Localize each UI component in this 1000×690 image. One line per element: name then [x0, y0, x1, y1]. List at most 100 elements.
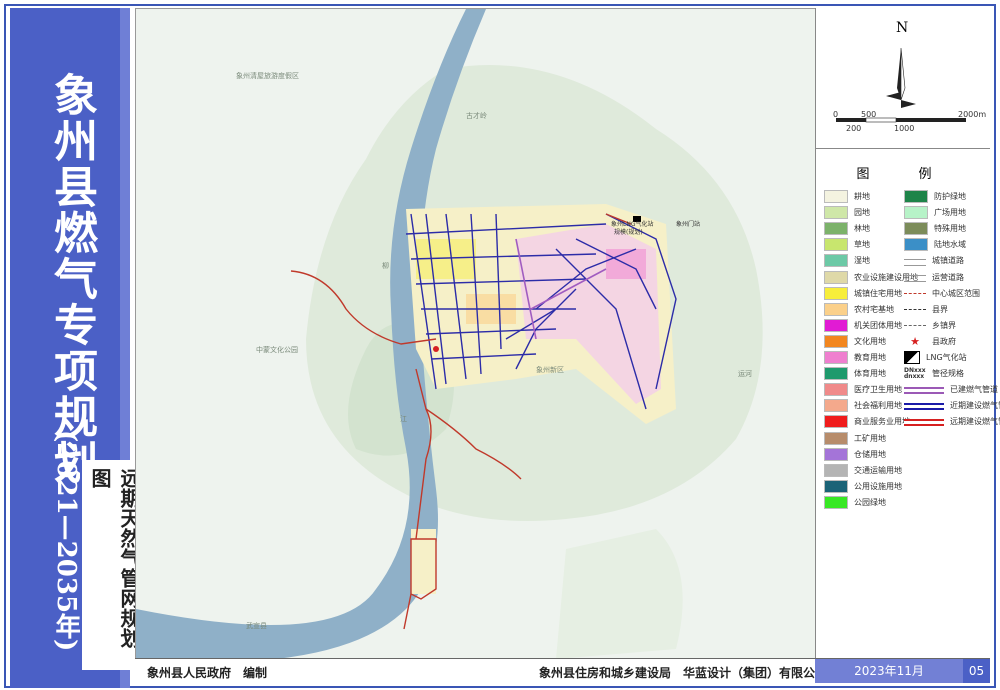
legend-label: 县界 [932, 304, 948, 314]
legend-symbol-pipe [904, 403, 944, 411]
legend-label: 教育用地 [854, 353, 886, 362]
legend-item: 园地 [824, 206, 870, 220]
legend-item: 交通运输用地 [824, 463, 902, 478]
legend-swatch [824, 351, 848, 364]
county-government-marker [433, 346, 439, 352]
legend-item: ★ 县政府 [904, 335, 956, 349]
map-label-jiang: 江 [400, 415, 407, 423]
legend-label: LNG气化站 [926, 353, 967, 362]
map-label-wuxuan: 武宣县 [246, 622, 267, 630]
north-arrow-box: N 0 500 2000m 200 1000 [816, 8, 990, 149]
map-svg [136, 9, 815, 659]
footer-issuer: 象州县人民政府 编制 [147, 666, 268, 680]
map-label-scale: 规模(规划) [614, 229, 643, 236]
legend-symbol-dashdot [904, 308, 926, 310]
legend-swatch [824, 431, 848, 445]
legend-item: DNxxx dnxxx 管径规格 [904, 367, 964, 381]
legend-item: 教育用地 [824, 351, 886, 365]
map-label-liu: 柳 [382, 262, 389, 270]
legend-symbol-fill [904, 222, 928, 236]
legend-symbol-fill [904, 238, 928, 252]
legend-item: 医疗卫生用地 [824, 383, 902, 397]
legend-swatch [824, 190, 848, 203]
legend-swatch [824, 238, 848, 252]
legend-label: 体育用地 [854, 369, 886, 379]
legend-swatch [824, 222, 848, 236]
legend-label: 文化用地 [854, 336, 886, 346]
legend-item: 中心城区范围 [904, 287, 980, 301]
map-label-gate: 象州门站 [676, 221, 701, 228]
legend-dn-code: dnxxx [904, 373, 925, 381]
legend-symbol-pipe [904, 387, 944, 395]
legend-label: 仓储用地 [854, 449, 886, 459]
map-label-newdistrict: 象州新区 [536, 366, 564, 374]
legend-swatch [824, 254, 848, 268]
legend-label: 商业服务业用地 [854, 417, 910, 427]
legend-symbol-fill [904, 190, 928, 203]
footer-page-number: 05 [963, 659, 990, 683]
legend-item: 湿地 [824, 254, 870, 268]
legend-label: 近期建设燃气管道 [950, 401, 1000, 411]
legend-symbol-star: ★ [910, 334, 920, 348]
legend-item: 城镇道路 [904, 254, 964, 268]
scale-label-2000: 2000m [958, 110, 987, 119]
legend-symbol-dash [904, 324, 926, 326]
legend-label: 中心城区范围 [932, 288, 980, 298]
legend-symbol-fill [904, 206, 928, 220]
map-canvas[interactable]: 象州清屋旅游度假区 古才岭 中蒙文化公园 象州新区 武宣县 柳 江 象州LNG气… [135, 8, 816, 660]
legend-item: LNG气化站 [904, 351, 967, 365]
legend-symbol-pipe [904, 419, 944, 427]
legend-item: 仓储用地 [824, 447, 886, 462]
legend-label: 运营道路 [932, 272, 964, 282]
legend-swatch [824, 479, 848, 493]
legend-label: 社会福利用地 [854, 401, 902, 411]
legend-swatch [824, 302, 848, 316]
legend-label: 林地 [854, 224, 870, 234]
scale-label-500: 500 [861, 110, 877, 119]
legend-item: 陆地水域 [904, 238, 966, 252]
legend-label: 陆地水域 [934, 240, 966, 250]
legend-item: 城镇住宅用地 [824, 286, 902, 301]
legend-item: 防护绿地 [904, 190, 966, 204]
legend-item: 耕地 [824, 190, 870, 204]
legend-item: 草地 [824, 238, 870, 252]
legend-item: 商业服务业用地 [824, 415, 910, 429]
legend-swatch [824, 270, 848, 284]
legend-item: 社会福利用地 [824, 399, 902, 413]
legend-item: 林地 [824, 222, 870, 236]
map-label-park: 中蒙文化公园 [256, 346, 298, 354]
legend-label: 草地 [854, 240, 870, 250]
footer-date: 2023年11月 [815, 659, 963, 683]
legend-item: 运营道路 [904, 271, 964, 285]
map-label-resort: 象州清屋旅游度假区 [236, 72, 299, 80]
legend-label: 防护绿地 [934, 192, 966, 201]
legend-item: 农村宅基地 [824, 302, 894, 317]
legend-item: 机关团体用地 [824, 318, 902, 333]
legend-label: 县政府 [932, 336, 956, 346]
legend-label: 管径规格 [932, 369, 964, 379]
legend-label: 交通运输用地 [854, 465, 902, 475]
legend-item: 远期建设燃气管道 [904, 415, 1000, 429]
terrain-patch [556, 529, 683, 659]
legend-label: 城镇住宅用地 [854, 288, 902, 298]
legend-item: 特殊用地 [904, 222, 966, 236]
legend-symbol-road [904, 258, 926, 266]
legend-symbol-station [904, 351, 920, 364]
legend-label: 湿地 [854, 256, 870, 266]
legend-swatch [824, 495, 848, 509]
legend-swatch [824, 286, 848, 300]
legend-title: 图 例 [856, 167, 950, 182]
legend-item: 已建燃气管道 [904, 383, 998, 397]
legend-swatch [824, 334, 848, 348]
legend-label: 特殊用地 [934, 224, 966, 234]
legend-swatch [824, 206, 848, 220]
legend-label: 机关团体用地 [854, 320, 902, 330]
legend-label: 城镇道路 [932, 256, 964, 266]
legend-label: 已建燃气管道 [950, 385, 998, 395]
legend-label: 乡镇界 [932, 320, 956, 330]
legend-item: 公用设施用地 [824, 479, 902, 494]
scale-label-200: 200 [846, 124, 862, 133]
scale-label-1000: 1000 [894, 124, 915, 133]
legend-label: 医疗卫生用地 [854, 385, 902, 395]
legend-item: 文化用地 [824, 334, 886, 349]
